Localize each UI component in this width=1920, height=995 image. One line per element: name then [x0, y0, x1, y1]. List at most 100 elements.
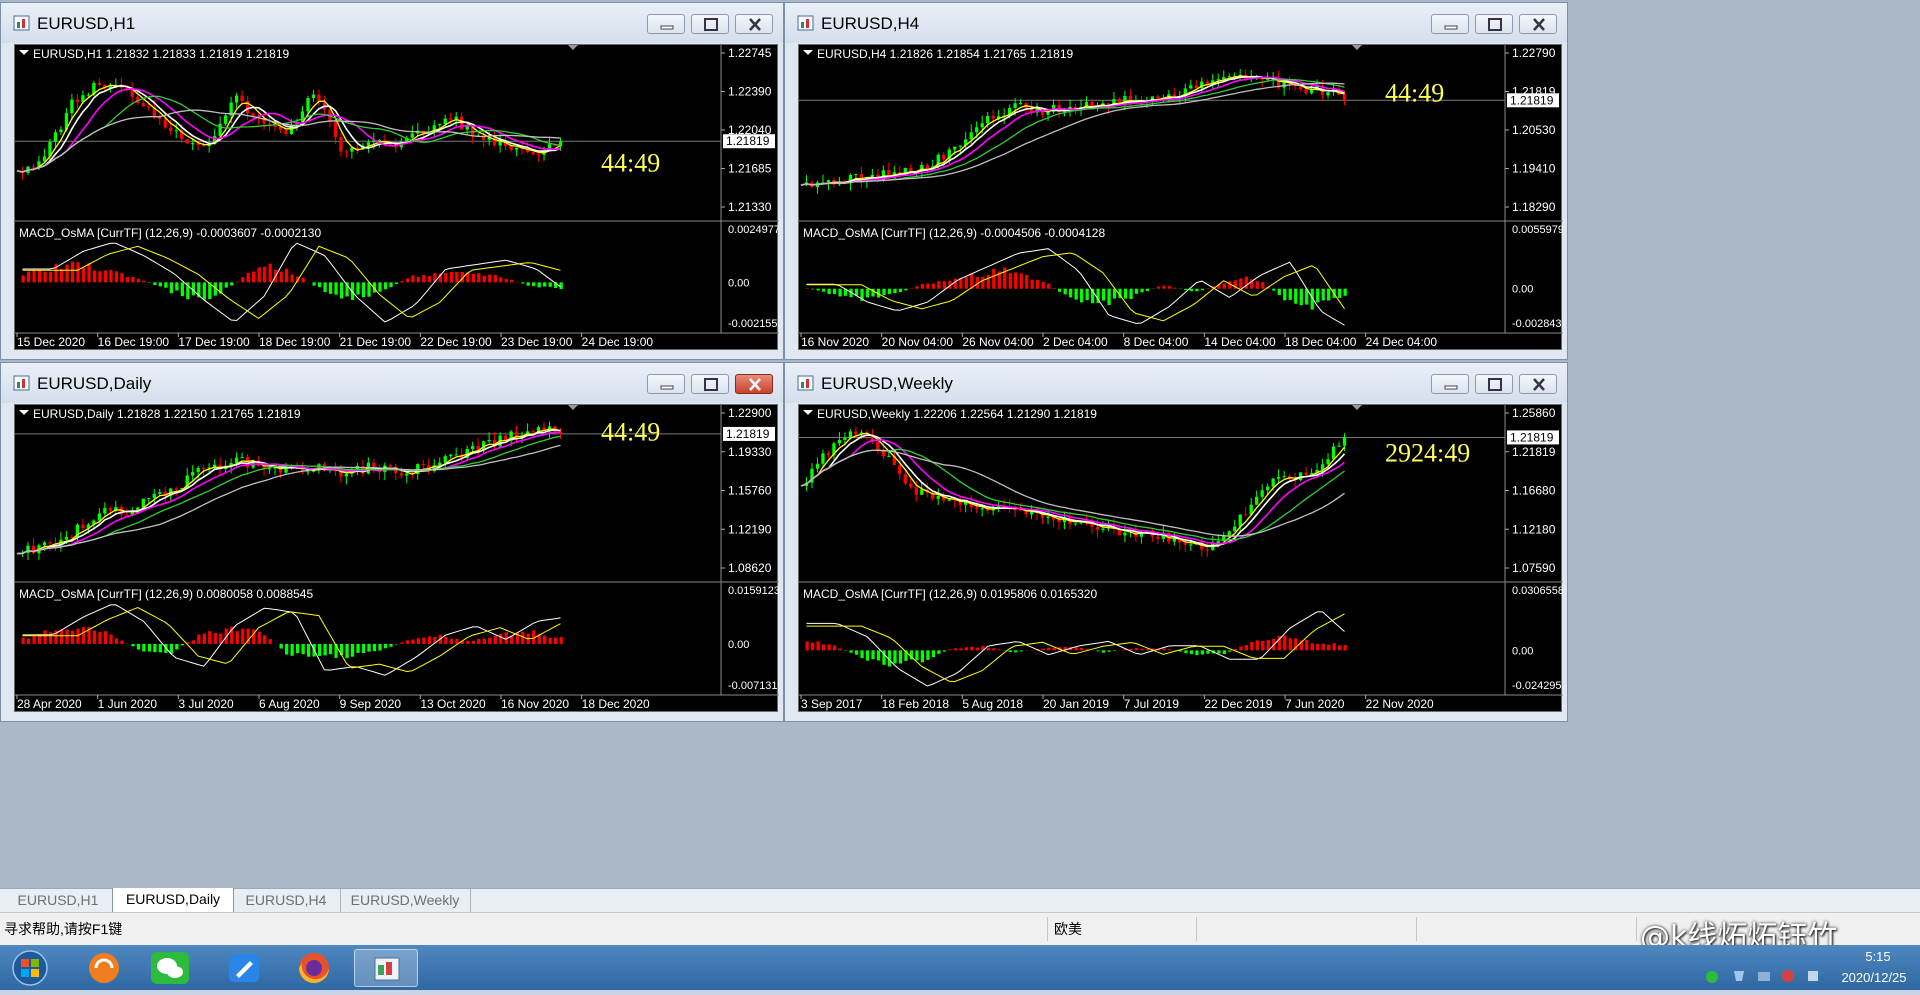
macd-histogram-bar — [1140, 649, 1143, 650]
candle-body — [898, 465, 901, 474]
chart-shift-marker[interactable] — [1352, 45, 1362, 50]
macd-histogram-bar — [1250, 642, 1253, 650]
chart-tab[interactable]: EURUSD,Weekly — [340, 889, 471, 912]
window-title-bar[interactable]: EURUSD,H4 — [785, 3, 1567, 43]
close-button[interactable] — [735, 374, 773, 394]
chart-window-daily[interactable]: EURUSD,Daily EURUSD,Daily 1.21828 1.2215… — [0, 362, 784, 722]
macd-histogram-bar — [38, 270, 41, 282]
macd-histogram-bar — [1069, 289, 1072, 298]
macd-histogram-bar — [1058, 289, 1061, 292]
close-button[interactable] — [1519, 374, 1557, 394]
candle-body — [218, 124, 221, 136]
window-title-bar[interactable]: EURUSD,Weekly — [785, 363, 1567, 403]
macd-histogram-bar — [340, 282, 343, 298]
macd-histogram-bar — [362, 644, 365, 653]
macd-histogram-bar — [915, 286, 918, 288]
info-triangle-icon[interactable] — [19, 50, 29, 55]
candle-body — [1217, 79, 1220, 80]
macd-histogram-bar — [236, 631, 239, 644]
macd-histogram-bar — [192, 640, 195, 644]
macd-histogram-bar — [811, 643, 814, 651]
candle-body — [449, 119, 452, 120]
maximize-button[interactable] — [1475, 374, 1513, 394]
macd-histogram-bar — [1256, 640, 1259, 650]
minimize-button[interactable] — [1431, 14, 1469, 34]
macd-histogram-bar — [1223, 650, 1226, 654]
chart-shift-marker[interactable] — [568, 45, 578, 50]
wechat-icon[interactable] — [148, 949, 192, 987]
macd-histogram-bar — [805, 642, 808, 651]
chart-window-h1[interactable]: EURUSD,H1 EURUSD,H1 1.21832 1.21833 1.21… — [0, 2, 784, 360]
macd-histogram-bar — [329, 644, 332, 654]
minimize-button[interactable] — [1431, 374, 1469, 394]
chart-window-h4[interactable]: EURUSD,H4 EURUSD,H4 1.21826 1.21854 1.21… — [784, 2, 1568, 360]
macd-scale-label: 0.0055979 — [1512, 224, 1563, 236]
chart-window-weekly[interactable]: EURUSD,Weekly EURUSD,Weekly 1.22206 1.22… — [784, 362, 1568, 722]
macd-histogram-bar — [71, 262, 74, 283]
candle-body — [345, 152, 348, 153]
macd-scale-label: 0.00 — [1512, 645, 1533, 657]
window-title-bar[interactable]: EURUSD,H1 — [1, 3, 783, 43]
candle-body — [471, 446, 474, 449]
macd-histogram-bar — [1338, 645, 1341, 650]
symbol-info-line: EURUSD,Daily 1.21828 1.22150 1.21765 1.2… — [33, 407, 301, 421]
chart-canvas[interactable]: EURUSD,Weekly 1.22206 1.22564 1.21290 1.… — [798, 404, 1562, 712]
macd-histogram-bar — [560, 282, 563, 289]
macd-histogram-bar — [893, 289, 896, 293]
macd-histogram-bar — [323, 282, 326, 292]
candle-body — [1326, 459, 1329, 464]
macd-histogram-bar — [203, 634, 206, 644]
candle-body — [449, 455, 452, 456]
minimize-button[interactable] — [647, 374, 685, 394]
chart-canvas[interactable]: EURUSD,H4 1.21826 1.21854 1.21765 1.2181… — [798, 44, 1562, 350]
chart-tab[interactable]: EURUSD,Daily — [112, 888, 234, 913]
note-app-icon[interactable] — [222, 949, 266, 987]
macd-histogram-bar — [976, 648, 979, 651]
macd-histogram-bar — [827, 644, 830, 650]
candle-body — [400, 473, 403, 475]
start-button[interactable] — [8, 949, 52, 987]
metatrader-taskbar-button[interactable] — [354, 949, 418, 987]
candle-body — [147, 106, 150, 107]
macd-histogram-bar — [549, 638, 552, 644]
macd-histogram-bar — [21, 637, 24, 643]
maximize-button[interactable] — [691, 374, 729, 394]
chart-tab[interactable]: EURUSD,H4 — [232, 889, 341, 912]
date-scale-label: 20 Nov 04:00 — [882, 335, 954, 349]
maximize-button[interactable] — [691, 14, 729, 34]
candle-body — [975, 507, 978, 509]
minimize-icon — [648, 15, 686, 35]
candle-body — [411, 133, 414, 137]
chart-shift-marker[interactable] — [568, 405, 578, 410]
macd-histogram-bar — [1195, 289, 1198, 292]
close-icon — [1520, 15, 1558, 35]
macd-histogram-bar — [1344, 289, 1347, 296]
chart-canvas[interactable]: EURUSD,Daily 1.21828 1.22150 1.21765 1.2… — [14, 404, 778, 712]
macd-histogram-bar — [60, 629, 63, 644]
chart-canvas[interactable]: EURUSD,H1 1.21832 1.21833 1.21819 1.2181… — [14, 44, 778, 350]
info-triangle-icon[interactable] — [803, 410, 813, 415]
firefox-icon[interactable] — [292, 949, 336, 987]
app-icon-orange[interactable] — [82, 949, 126, 987]
candle-body — [909, 484, 912, 488]
macd-histogram-bar — [1278, 289, 1281, 295]
info-triangle-icon[interactable] — [19, 410, 29, 415]
minimize-button[interactable] — [647, 14, 685, 34]
candle-body — [1282, 476, 1285, 477]
info-triangle-icon[interactable] — [803, 50, 813, 55]
chart-shift-marker[interactable] — [1352, 405, 1362, 410]
window-title-bar[interactable]: EURUSD,Daily — [1, 363, 783, 403]
macd-histogram-bar — [362, 282, 365, 297]
close-button[interactable] — [1519, 14, 1557, 34]
candle-body — [1277, 477, 1280, 479]
macd-histogram-bar — [1020, 650, 1023, 651]
maximize-button[interactable] — [1475, 14, 1513, 34]
macd-histogram-bar — [115, 638, 118, 644]
candle-body — [904, 474, 907, 483]
macd-histogram-bar — [280, 644, 283, 649]
macd-histogram-bar — [472, 274, 475, 283]
candle-body — [284, 465, 287, 472]
candle-body — [1101, 529, 1104, 530]
close-button[interactable] — [735, 14, 773, 34]
chart-tab[interactable]: EURUSD,H1 — [4, 889, 113, 912]
